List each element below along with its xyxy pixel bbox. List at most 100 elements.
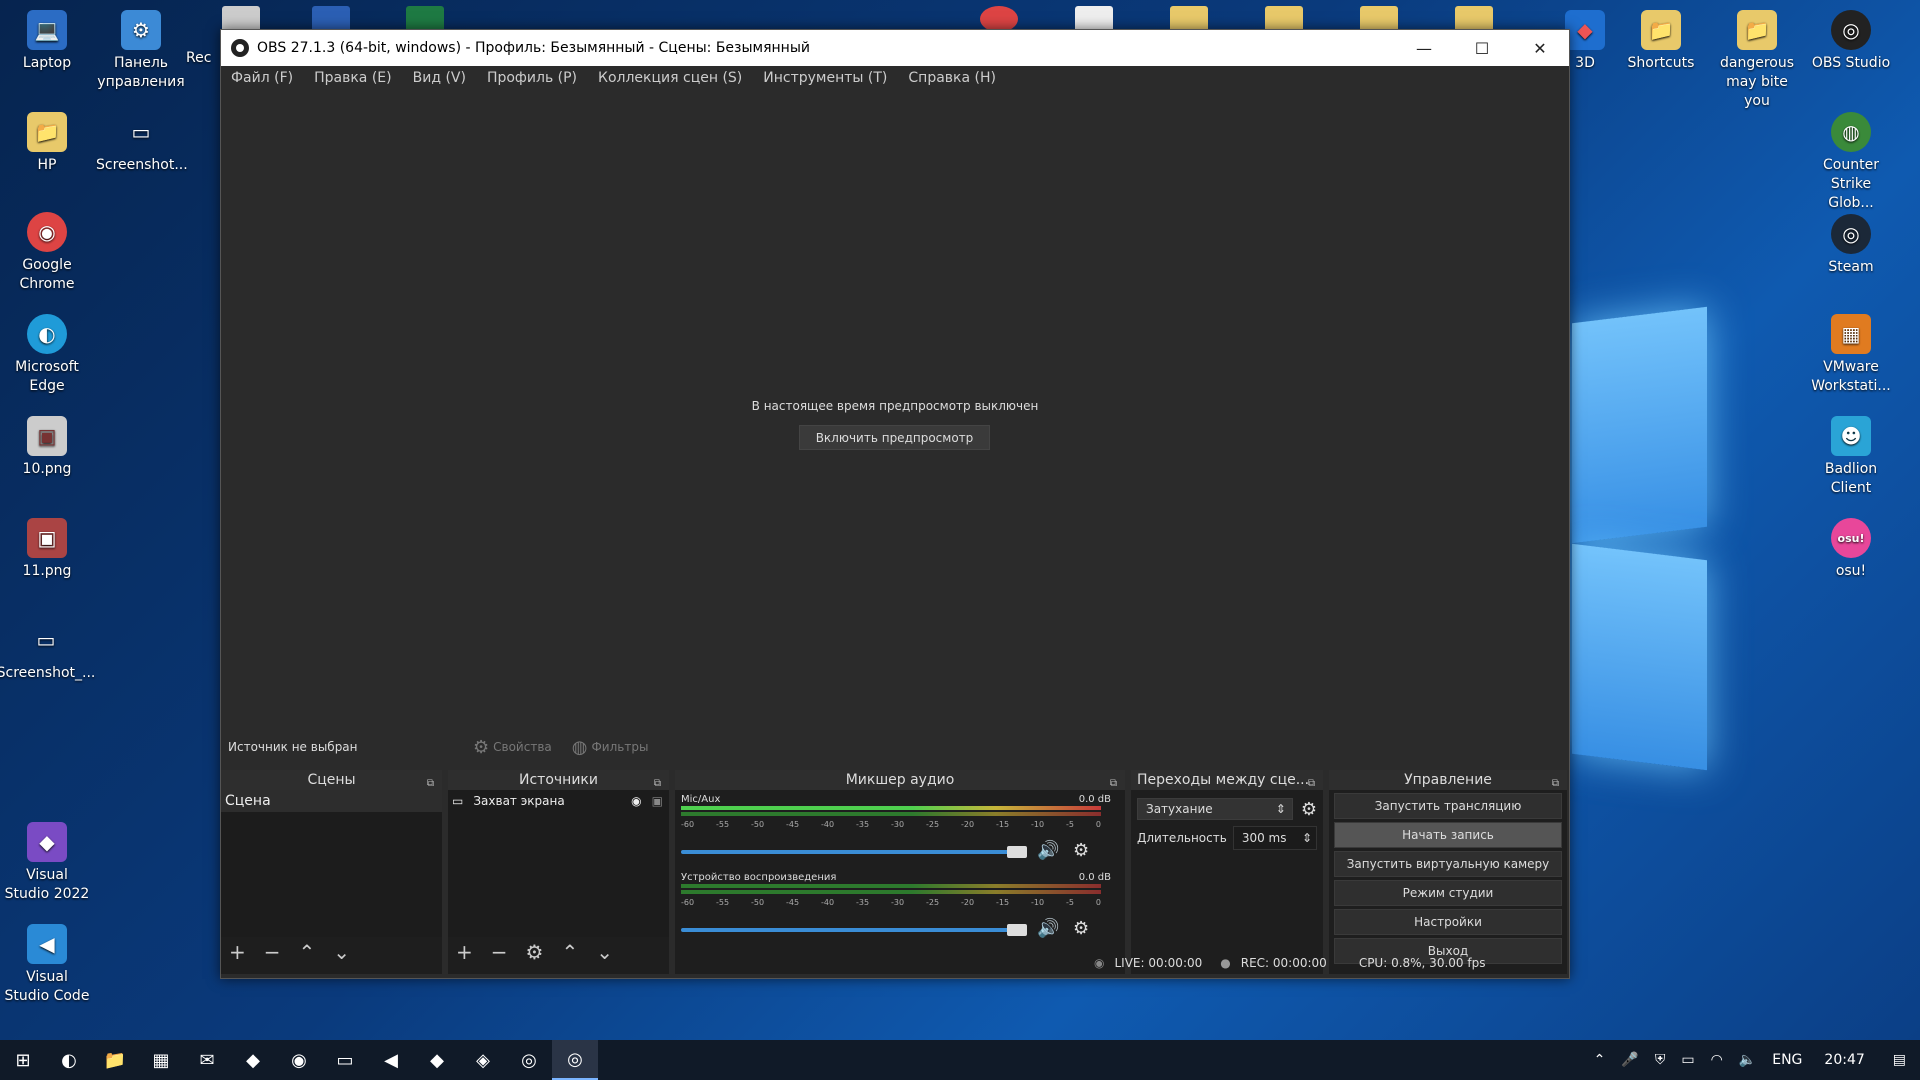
- duration-row: Длительность 300 ms ⇕: [1137, 826, 1317, 850]
- filters-button[interactable]: ◍ Фильтры: [572, 737, 649, 758]
- rec-status: REC: 00:00:00: [1240, 956, 1327, 970]
- float-dock-icon[interactable]: ⧉: [1552, 774, 1559, 794]
- start-recording-button[interactable]: Начать запись: [1334, 822, 1562, 848]
- channel-name: Mic/Aux: [681, 794, 721, 805]
- start-virtual-camera-button[interactable]: Запустить виртуальную камеру: [1334, 851, 1562, 877]
- desktop-icon-vmware[interactable]: ▦ VMware Workstati...: [1806, 314, 1896, 396]
- vscode-icon[interactable]: ◀: [368, 1040, 414, 1080]
- desktop-icon-osu[interactable]: osu! osu!: [1806, 518, 1896, 581]
- battery-icon[interactable]: ▭: [1681, 1052, 1694, 1068]
- chrome-icon[interactable]: ◉: [276, 1040, 322, 1080]
- visual-studio-2022-icon[interactable]: ◆: [414, 1040, 460, 1080]
- dock-area: Сцены ⧉ Сцена + − ⌃ ⌄ Источники ⧉ ▭ Захват…: [221, 770, 1569, 976]
- menu-edit[interactable]: Правка (E): [314, 70, 392, 86]
- monitor-icon: ▭: [452, 794, 464, 808]
- desktop-icon-label: osu!: [1835, 563, 1867, 579]
- gear-icon[interactable]: ⚙: [1301, 799, 1317, 820]
- menu-file[interactable]: Файл (F): [231, 70, 293, 86]
- transition-select-row: Затухание ⇕ ⚙: [1137, 798, 1317, 820]
- meter-tick-label: -20: [961, 820, 975, 829]
- volume-slider[interactable]: [681, 850, 1027, 854]
- desktop-icon-label: 10.png: [22, 461, 72, 477]
- image-icon[interactable]: ▭: [322, 1040, 368, 1080]
- source-item[interactable]: ▭ Захват экрана ◉ ▣: [448, 790, 669, 812]
- microphone-icon[interactable]: 🎤: [1621, 1052, 1638, 1068]
- desktop-icon-chrome[interactable]: ◉ Google Chrome: [2, 212, 92, 294]
- desktop-icon-laptop[interactable]: 💻 Laptop: [2, 10, 92, 73]
- app-icon[interactable]: ◈: [460, 1040, 506, 1080]
- volume-slider-knob[interactable]: [1007, 924, 1027, 936]
- desktop-icon-label: 11.png: [22, 563, 72, 579]
- desktop-icon-badlion[interactable]: ☻ Badlion Client: [1806, 416, 1896, 498]
- float-dock-icon[interactable]: ⧉: [654, 774, 661, 794]
- vscode-icon: ◀: [27, 924, 67, 964]
- desktop-icon-visual-studio[interactable]: ◆ Visual Studio 2022: [2, 822, 92, 904]
- gear-icon[interactable]: ⚙: [1073, 840, 1089, 861]
- channel-name: Устройство воспроизведения: [681, 872, 837, 883]
- visual-studio-icon[interactable]: ◆: [230, 1040, 276, 1080]
- scenes-header: Сцены ⧉: [221, 770, 442, 790]
- volume-icon[interactable]: 🔈: [1739, 1052, 1756, 1068]
- properties-button[interactable]: ⚙ Свойства: [473, 737, 552, 758]
- settings-button[interactable]: Настройки: [1334, 909, 1562, 935]
- desktop-icon-control-panel[interactable]: ⚙ Панель управления: [96, 10, 186, 92]
- duration-input[interactable]: 300 ms ⇕: [1232, 826, 1317, 850]
- language-indicator[interactable]: ENG: [1772, 1052, 1802, 1068]
- menu-scene-collection[interactable]: Коллекция сцен (S): [598, 70, 742, 86]
- desktop-icon-10png[interactable]: ▣ 10.png: [2, 416, 92, 479]
- desktop-icon-hp[interactable]: 📁 HP: [2, 112, 92, 175]
- window-titlebar[interactable]: OBS 27.1.3 (64-bit, windows) - Профиль: …: [221, 30, 1569, 66]
- notification-icon[interactable]: ▤: [1893, 1052, 1906, 1068]
- desktop-icon-vscode[interactable]: ◀ Visual Studio Code: [2, 924, 92, 1006]
- mail-icon[interactable]: ✉: [184, 1040, 230, 1080]
- desktop-icon-label: Steam: [1828, 259, 1874, 275]
- windows-start-icon[interactable]: ⊞: [0, 1040, 46, 1080]
- security-icon[interactable]: ⛨: [1655, 1052, 1666, 1068]
- volume-slider-knob[interactable]: [1007, 846, 1027, 858]
- volume-slider[interactable]: [681, 928, 1027, 932]
- float-dock-icon[interactable]: ⧉: [427, 774, 434, 794]
- enable-preview-button[interactable]: Включить предпросмотр: [799, 425, 990, 450]
- meter-bar: [681, 812, 1101, 816]
- float-dock-icon[interactable]: ⧉: [1308, 774, 1315, 794]
- menu-view[interactable]: Вид (V): [413, 70, 466, 86]
- desktop-icon-csgo[interactable]: ◍ Counter Strike Glob...: [1806, 112, 1896, 213]
- desktop-icon-screenshot[interactable]: ▭ Screenshot...: [96, 112, 188, 175]
- desktop-icon-11png[interactable]: ▣ 11.png: [2, 518, 92, 581]
- desktop-icon-edge[interactable]: ◐ Microsoft Edge: [2, 314, 92, 396]
- badlion-icon[interactable]: ◎: [506, 1040, 552, 1080]
- desktop-icon-shortcuts[interactable]: 📁 Shortcuts: [1616, 10, 1706, 73]
- desktop-icon-dangerous[interactable]: 📁 dangerous may bite you: [1712, 10, 1802, 111]
- maximize-button[interactable]: ☐: [1453, 30, 1511, 66]
- scene-item[interactable]: Сцена: [221, 790, 442, 812]
- obs-window: OBS 27.1.3 (64-bit, windows) - Профиль: …: [220, 29, 1570, 979]
- menu-profile[interactable]: Профиль (P): [487, 70, 577, 86]
- context-bar: Источник не выбран ⚙ Свойства ◍ Фильтры: [221, 732, 1569, 762]
- menu-help[interactable]: Справка (H): [908, 70, 996, 86]
- desktop-icon-screenshot2[interactable]: ▭ Screenshot_...: [0, 620, 96, 683]
- eye-icon[interactable]: ◉: [631, 790, 641, 812]
- file-explorer-icon[interactable]: 📁: [92, 1040, 138, 1080]
- desktop-icon-steam[interactable]: ◎ Steam: [1806, 214, 1896, 277]
- speaker-icon[interactable]: 🔊: [1037, 840, 1059, 861]
- store-icon[interactable]: ▦: [138, 1040, 184, 1080]
- close-button[interactable]: ✕: [1511, 30, 1569, 66]
- speaker-icon[interactable]: 🔊: [1037, 918, 1059, 939]
- volume-meter: -60 -55 -50 -45 -40 -35 -30 -25 -20 -15 -10 -5 0: [681, 884, 1101, 908]
- clock[interactable]: 20:47: [1824, 1052, 1864, 1068]
- transition-select[interactable]: Затухание ⇕: [1137, 798, 1293, 820]
- wifi-icon[interactable]: ◠: [1711, 1052, 1723, 1068]
- gear-icon[interactable]: ⚙: [1073, 918, 1089, 939]
- desktop-icon-rec[interactable]: Rec: [186, 49, 216, 68]
- start-streaming-button[interactable]: Запустить трансляцию: [1334, 793, 1562, 819]
- sources-header: Источники ⧉: [448, 770, 669, 790]
- spin-icon[interactable]: ⇕: [1302, 827, 1312, 849]
- minimize-button[interactable]: —: [1395, 30, 1453, 66]
- obs-icon[interactable]: ◎: [552, 1040, 598, 1080]
- desktop-icon-obs[interactable]: ◎ OBS Studio: [1806, 10, 1896, 73]
- edge-icon[interactable]: ◐: [46, 1040, 92, 1080]
- studio-mode-button[interactable]: Режим студии: [1334, 880, 1562, 906]
- menu-tools[interactable]: Инструменты (T): [763, 70, 887, 86]
- desktop-icon-label: Панель управления: [97, 55, 185, 90]
- chevron-up-icon[interactable]: ⌃: [1594, 1052, 1606, 1068]
